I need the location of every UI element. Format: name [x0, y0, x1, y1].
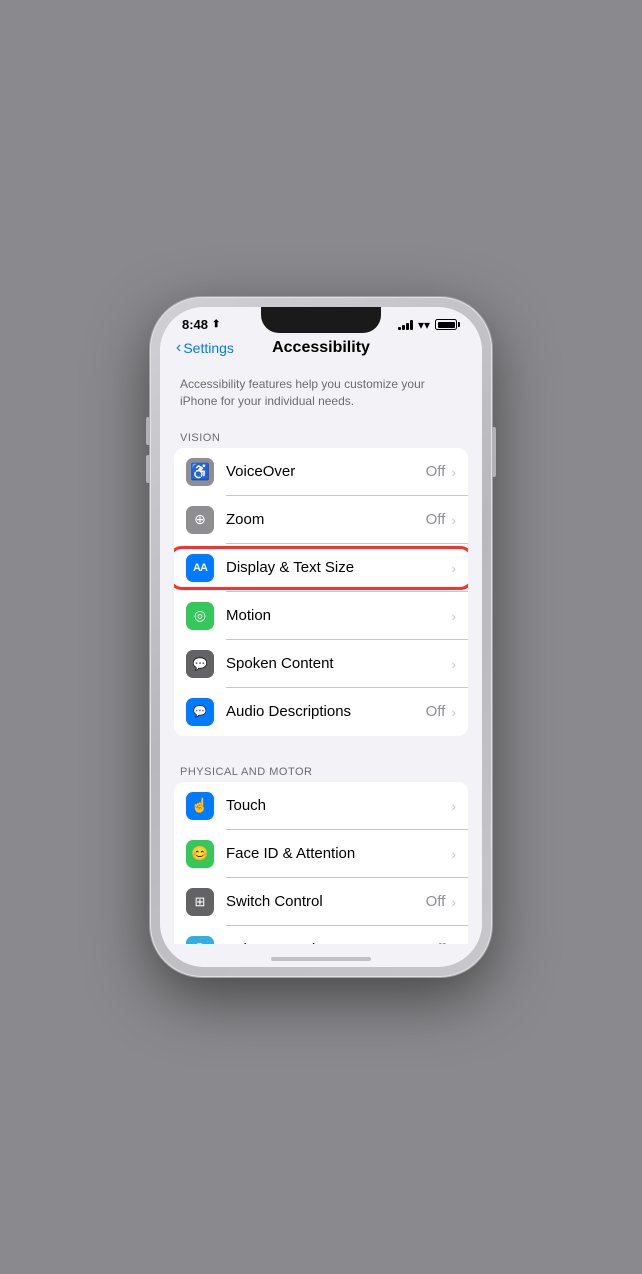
motion-row[interactable]: ◎ Motion › — [174, 592, 468, 640]
voice-control-chevron-icon: › — [451, 942, 456, 944]
spoken-content-row[interactable]: 💬 Spoken Content › — [174, 640, 468, 688]
audio-descriptions-chevron-icon: › — [451, 704, 456, 720]
touch-row[interactable]: ☝ Touch › — [174, 782, 468, 830]
wifi-icon: ▾▾ — [418, 318, 430, 332]
navigation-bar: ‹ Settings Accessibility — [160, 336, 482, 364]
location-icon: ⬆ — [212, 319, 220, 330]
voiceover-label: VoiceOver — [226, 463, 426, 480]
motion-label: Motion — [226, 607, 449, 624]
touch-label: Touch — [226, 797, 449, 814]
voiceover-icon: ♿ — [186, 458, 214, 486]
status-time: 8:48 ⬆ — [182, 317, 220, 332]
switch-control-value: Off — [426, 893, 446, 910]
voiceover-row[interactable]: ♿ VoiceOver Off › — [174, 448, 468, 496]
volume-down-button[interactable] — [146, 455, 150, 483]
phone-screen: 8:48 ⬆ ▾▾ ‹ Settings — [160, 307, 482, 967]
section-header-vision: VISION — [160, 418, 482, 448]
volume-up-button[interactable] — [146, 417, 150, 445]
switch-control-icon: ⊞ — [186, 888, 214, 916]
battery-icon — [435, 319, 460, 330]
zoom-chevron-icon: › — [451, 512, 456, 528]
motion-icon: ◎ — [186, 602, 214, 630]
audio-descriptions-icon: 💬 — [186, 698, 214, 726]
audio-descriptions-value: Off — [426, 703, 446, 720]
touch-chevron-icon: › — [451, 798, 456, 814]
vision-settings-group: ♿ VoiceOver Off › ⊕ Zoom Off › — [174, 448, 468, 736]
voiceover-value: Off — [426, 463, 446, 480]
display-text-size-row[interactable]: AA Display & Text Size › — [174, 544, 468, 592]
audio-descriptions-label: Audio Descriptions — [226, 703, 426, 720]
voiceover-chevron-icon: › — [451, 464, 456, 480]
face-id-attention-row[interactable]: 😊 Face ID & Attention › — [174, 830, 468, 878]
face-id-icon: 😊 — [186, 840, 214, 868]
notch — [261, 307, 381, 333]
signal-icon — [398, 320, 413, 330]
back-button[interactable]: ‹ Settings — [176, 340, 256, 356]
back-chevron-icon: ‹ — [176, 340, 181, 356]
voice-control-value: Off — [426, 941, 446, 944]
switch-control-label: Switch Control — [226, 893, 426, 910]
spoken-content-icon: 💬 — [186, 650, 214, 678]
time-label: 8:48 — [182, 317, 208, 332]
voice-control-label: Voice Control — [226, 941, 426, 944]
face-id-chevron-icon: › — [451, 846, 456, 862]
section-header-physical: PHYSICAL AND MOTOR — [160, 752, 482, 782]
face-id-label: Face ID & Attention — [226, 845, 449, 862]
power-button[interactable] — [492, 427, 496, 477]
settings-content[interactable]: Accessibility features help you customiz… — [160, 364, 482, 944]
switch-control-row[interactable]: ⊞ Switch Control Off › — [174, 878, 468, 926]
zoom-row[interactable]: ⊕ Zoom Off › — [174, 496, 468, 544]
audio-descriptions-row[interactable]: 💬 Audio Descriptions Off › — [174, 688, 468, 736]
display-text-size-chevron-icon: › — [451, 560, 456, 576]
zoom-label: Zoom — [226, 511, 426, 528]
voice-control-row[interactable]: 🎙 Voice Control Off › — [174, 926, 468, 944]
spoken-content-chevron-icon: › — [451, 656, 456, 672]
touch-icon: ☝ — [186, 792, 214, 820]
switch-control-chevron-icon: › — [451, 894, 456, 910]
zoom-icon: ⊕ — [186, 506, 214, 534]
motion-chevron-icon: › — [451, 608, 456, 624]
page-title: Accessibility — [272, 339, 370, 357]
phone-frame: 8:48 ⬆ ▾▾ ‹ Settings — [150, 297, 492, 977]
display-text-size-label: Display & Text Size — [226, 559, 449, 576]
description-text: Accessibility features help you customiz… — [160, 364, 482, 418]
display-text-size-icon: AA — [186, 554, 214, 582]
spoken-content-label: Spoken Content — [226, 655, 449, 672]
voice-control-icon: 🎙 — [186, 936, 214, 944]
back-label: Settings — [183, 340, 234, 356]
status-icons: ▾▾ — [398, 318, 460, 332]
home-indicator[interactable] — [271, 957, 371, 961]
physical-motor-settings-group: ☝ Touch › 😊 Face ID & Attention › ⊞ — [174, 782, 468, 944]
zoom-value: Off — [426, 511, 446, 528]
